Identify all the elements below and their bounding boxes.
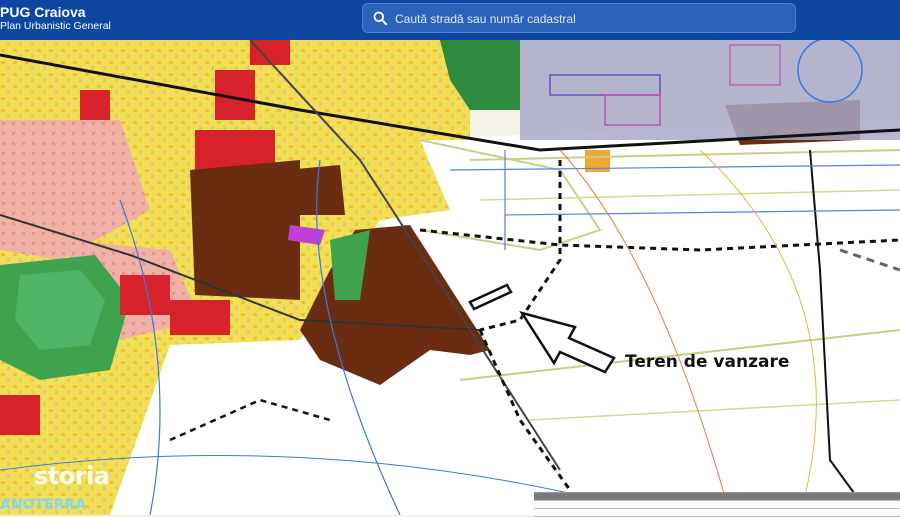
search-icon xyxy=(373,11,387,25)
parcel-callout-label: Teren de vanzare xyxy=(625,352,790,372)
app-title: PUG Craiova xyxy=(0,4,86,20)
anoterra-watermark: ANOTERRA xyxy=(0,497,86,513)
legend-header-row xyxy=(534,493,900,501)
top-bar: PUG Craiova Plan Urbanistic General xyxy=(0,0,900,40)
search-input[interactable] xyxy=(393,8,787,30)
storia-watermark: storia xyxy=(34,462,110,490)
app-brand: PUG Craiova Plan Urbanistic General xyxy=(0,5,111,33)
legend-row xyxy=(534,509,900,517)
search-box[interactable] xyxy=(362,3,796,33)
app-subtitle: Plan Urbanistic General xyxy=(0,20,111,32)
zoning-map[interactable] xyxy=(0,40,900,515)
zoning-legend-table xyxy=(534,492,900,517)
legend-row xyxy=(534,501,900,509)
